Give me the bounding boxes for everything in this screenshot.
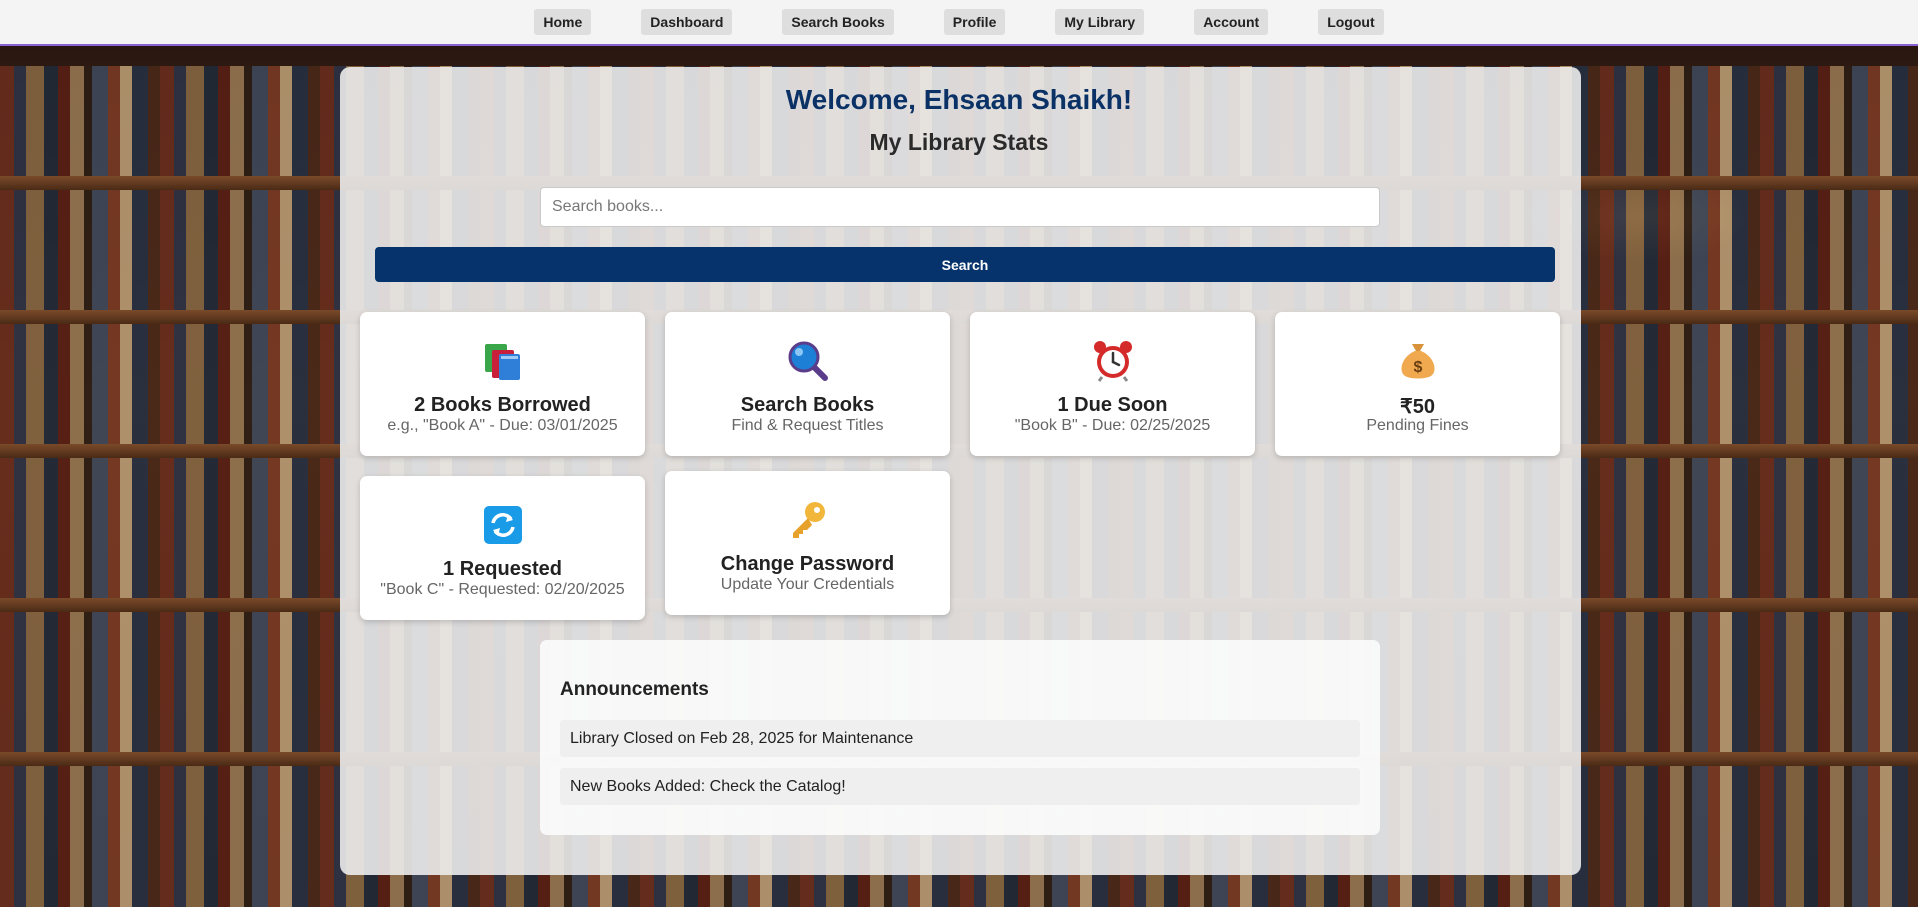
change-password-card[interactable]: Change Password Update Your Credentials — [665, 471, 950, 615]
nav-home[interactable]: Home — [534, 9, 592, 35]
card-subtitle: e.g., "Book A" - Due: 03/01/2025 — [387, 417, 618, 434]
card-subtitle: Update Your Credentials — [720, 576, 895, 593]
stats-title: My Library Stats — [869, 129, 1049, 155]
search-input[interactable] — [540, 187, 1380, 227]
nav-profile[interactable]: Profile — [943, 9, 1006, 35]
money-bag-icon: $ — [1401, 344, 1435, 379]
announcements-panel: Announcements Library Closed on Feb 28, … — [540, 640, 1380, 835]
requested-card[interactable]: 1 Requested "Book C" - Requested: 02/20/… — [360, 476, 645, 620]
card-title: 1 Due Soon — [1057, 394, 1168, 416]
nav-dashboard[interactable]: Dashboard — [641, 9, 733, 35]
pending-fines-card[interactable]: $ ₹50 Pending Fines — [1275, 312, 1560, 456]
card-subtitle: Find & Request Titles — [731, 417, 884, 434]
refresh-icon — [484, 506, 522, 544]
magnifier-icon — [788, 341, 828, 381]
welcome-heading: Welcome, Ehsaan Shaikh! — [785, 84, 1133, 115]
card-title: 1 Requested — [443, 558, 562, 580]
svg-text:$: $ — [1414, 359, 1423, 376]
search-books-card[interactable]: Search Books Find & Request Titles — [665, 312, 950, 456]
alarm-clock-icon — [1094, 341, 1132, 382]
nav-my-library[interactable]: My Library — [1055, 9, 1145, 35]
due-soon-card[interactable]: 1 Due Soon "Book B" - Due: 02/25/2025 — [970, 312, 1255, 456]
nav-logout[interactable]: Logout — [1318, 9, 1384, 35]
announcement-item: New Books Added: Check the Catalog! — [560, 768, 1360, 805]
books-borrowed-card[interactable]: 2 Books Borrowed e.g., "Book A" - Due: 0… — [360, 312, 645, 456]
nav-search-books[interactable]: Search Books — [782, 9, 894, 35]
key-icon — [793, 502, 825, 538]
card-title: Change Password — [720, 553, 895, 575]
books-icon — [485, 344, 520, 380]
announcements-title: Announcements — [560, 679, 709, 700]
card-title: Search Books — [740, 394, 875, 416]
card-title: 2 Books Borrowed — [414, 394, 591, 416]
search-button[interactable]: Search — [375, 247, 1555, 282]
card-title: ₹50 — [1400, 396, 1435, 418]
card-subtitle: Pending Fines — [1366, 417, 1469, 434]
card-subtitle: "Book C" - Requested: 02/20/2025 — [380, 581, 625, 598]
top-navigation: Home Dashboard Search Books Profile My L… — [0, 0, 1918, 46]
nav-account[interactable]: Account — [1194, 9, 1269, 35]
card-subtitle: "Book B" - Due: 02/25/2025 — [1014, 417, 1211, 434]
announcement-item: Library Closed on Feb 28, 2025 for Maint… — [560, 720, 1360, 757]
